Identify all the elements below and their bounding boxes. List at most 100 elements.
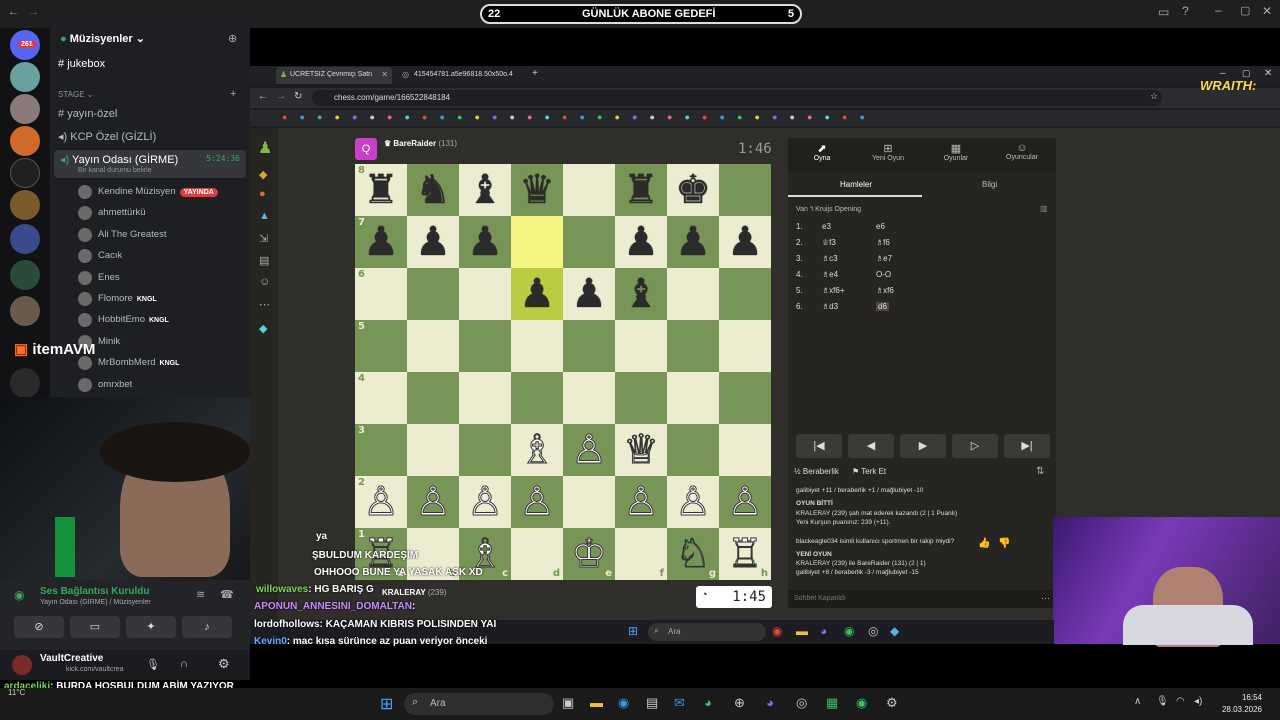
bookmark-icon[interactable]: ●: [282, 112, 287, 122]
server-icon[interactable]: [10, 94, 40, 124]
white-bishop-icon[interactable]: ♗: [519, 430, 556, 471]
bookmark-icon[interactable]: ●: [772, 112, 777, 122]
add-user-icon[interactable]: ⊕: [228, 32, 237, 45]
flip-board-icon[interactable]: ⇅: [1036, 466, 1044, 477]
voice-user[interactable]: HobbitEmo KNGL: [98, 314, 169, 325]
bookmark-icon[interactable]: ●: [597, 112, 602, 122]
next-move-button[interactable]: ▷: [952, 434, 998, 458]
prev-move-button[interactable]: ◀: [848, 434, 894, 458]
board-square[interactable]: ♟: [407, 216, 459, 268]
forward-arrow-icon[interactable]: →: [28, 6, 39, 18]
server-icon[interactable]: [10, 158, 40, 188]
noise-suppression-icon[interactable]: ≋: [196, 588, 205, 601]
first-move-button[interactable]: |◀: [796, 434, 842, 458]
board-square[interactable]: ♙: [719, 476, 771, 528]
bookmark-icon[interactable]: ●: [457, 112, 462, 122]
board-square[interactable]: ♟: [615, 216, 667, 268]
channel-yayin-ozel[interactable]: # yayın-özel: [58, 108, 117, 120]
social-icon[interactable]: ☺: [259, 276, 270, 288]
trash-icon[interactable]: ▥: [1040, 204, 1048, 213]
bookmark-icon[interactable]: ●: [440, 112, 445, 122]
board-square[interactable]: ♙: [511, 476, 563, 528]
voice-user[interactable]: Enes: [98, 272, 120, 283]
board-square[interactable]: ♝: [459, 164, 511, 216]
opponent-name[interactable]: ♛ BareRaider (131): [384, 139, 457, 148]
board-square[interactable]: ♟: [719, 216, 771, 268]
black-queen-icon[interactable]: ♛: [519, 170, 555, 210]
task-view-icon[interactable]: ▣: [562, 695, 574, 711]
board-square[interactable]: [563, 164, 615, 216]
black-pawn-icon[interactable]: ♟: [727, 222, 763, 262]
clock-time[interactable]: 16:54: [1222, 693, 1262, 702]
server-name[interactable]: ● Müzisyenler ⌄: [60, 32, 145, 45]
white-pawn-icon[interactable]: ♙: [467, 482, 504, 523]
board-square[interactable]: ♛: [511, 164, 563, 216]
tab-image[interactable]: ◎ 415454781.a5e96818.50x50o.4: [396, 67, 526, 84]
opponent-avatar[interactable]: Q: [355, 138, 377, 160]
more-options-icon[interactable]: ⋯: [1041, 593, 1050, 604]
board-square[interactable]: ♟: [459, 216, 511, 268]
subtab-moves[interactable]: Hamleler: [840, 180, 872, 189]
tray-chevron-icon[interactable]: ∧: [1134, 696, 1141, 707]
bookmark-icon[interactable]: ●: [300, 112, 305, 122]
move-notation[interactable]: ♗xf6+: [822, 286, 845, 295]
board-square[interactable]: [459, 372, 511, 424]
board-square[interactable]: 3: [355, 424, 407, 476]
forward-icon[interactable]: →: [276, 91, 286, 102]
move-notation[interactable]: ♗d3: [822, 302, 838, 311]
board-square[interactable]: 6: [355, 268, 407, 320]
black-king-icon[interactable]: ♚: [675, 170, 711, 210]
move-notation[interactable]: ♗xf6: [876, 286, 894, 295]
screenshare-button[interactable]: ▭: [70, 616, 120, 638]
obs-icon[interactable]: ▦: [826, 695, 838, 711]
move-notation[interactable]: ♗e4: [822, 270, 838, 279]
inbox-icon[interactable]: ▭: [1158, 5, 1169, 19]
voice-channel-path[interactable]: Yayın Odası (GİRME) / Müzisyenler: [40, 599, 151, 606]
move-notation[interactable]: e3: [822, 222, 831, 231]
board-square[interactable]: [719, 372, 771, 424]
bookmark-icon[interactable]: ●: [842, 112, 847, 122]
board-square[interactable]: [719, 164, 771, 216]
voice-user[interactable]: Minik: [98, 336, 120, 347]
board-square[interactable]: 5: [355, 320, 407, 372]
tab-new-game[interactable]: ⊞ Yeni Oyun: [866, 142, 910, 162]
bookmark-icon[interactable]: ●: [387, 112, 392, 122]
bookmark-icon[interactable]: ●: [370, 112, 375, 122]
activities-button[interactable]: ✦: [126, 616, 176, 638]
bookmark-icon[interactable]: ●: [790, 112, 795, 122]
black-pawn-icon[interactable]: ♟: [623, 222, 659, 262]
voice-user[interactable]: Kendine Müzisyen YAYINDA: [98, 186, 218, 197]
black-pawn-icon[interactable]: ♟: [363, 222, 399, 262]
url-field[interactable]: chess.com/game/166522848184: [312, 90, 1162, 106]
tab-players[interactable]: ☺ Oyuncular: [1000, 142, 1044, 161]
headphones-icon[interactable]: ∩: [180, 658, 188, 670]
avatar[interactable]: [78, 206, 92, 221]
channel-jukebox[interactable]: # jukebox: [58, 58, 105, 70]
bookmark-icon[interactable]: ●: [352, 112, 357, 122]
bookmark-icon[interactable]: ●: [825, 112, 830, 122]
voice-user[interactable]: omrxbet: [98, 379, 132, 390]
bookmark-icon[interactable]: ●: [422, 112, 427, 122]
board-square[interactable]: [511, 372, 563, 424]
voice-user[interactable]: MrBombMerd KNGL: [98, 357, 179, 368]
board-square[interactable]: ♙: [563, 424, 615, 476]
tab-games[interactable]: ▦ Oyunlar: [934, 142, 978, 162]
board-square[interactable]: [719, 320, 771, 372]
windows-start-icon[interactable]: ⊞: [628, 624, 638, 638]
chrome-icon[interactable]: ◉: [772, 624, 782, 638]
taskbar-search[interactable]: ⌕ Ara: [404, 693, 554, 715]
last-move-button[interactable]: ▶|: [1004, 434, 1050, 458]
white-rook-icon[interactable]: ♖: [727, 534, 764, 575]
play-button[interactable]: ▶: [900, 434, 946, 458]
settings-gear-icon[interactable]: ⚙: [886, 695, 898, 711]
board-square[interactable]: [667, 424, 719, 476]
bookmark-icon[interactable]: ●: [650, 112, 655, 122]
avatar[interactable]: [78, 356, 92, 371]
weather-temp[interactable]: 11°C: [8, 688, 25, 697]
bookmark-icon[interactable]: ●: [807, 112, 812, 122]
board-square[interactable]: ♟: [667, 216, 719, 268]
edge-icon[interactable]: ◉: [618, 695, 629, 711]
board-square[interactable]: [407, 424, 459, 476]
board-square[interactable]: [459, 424, 511, 476]
black-knight-icon[interactable]: ♞: [415, 170, 451, 210]
